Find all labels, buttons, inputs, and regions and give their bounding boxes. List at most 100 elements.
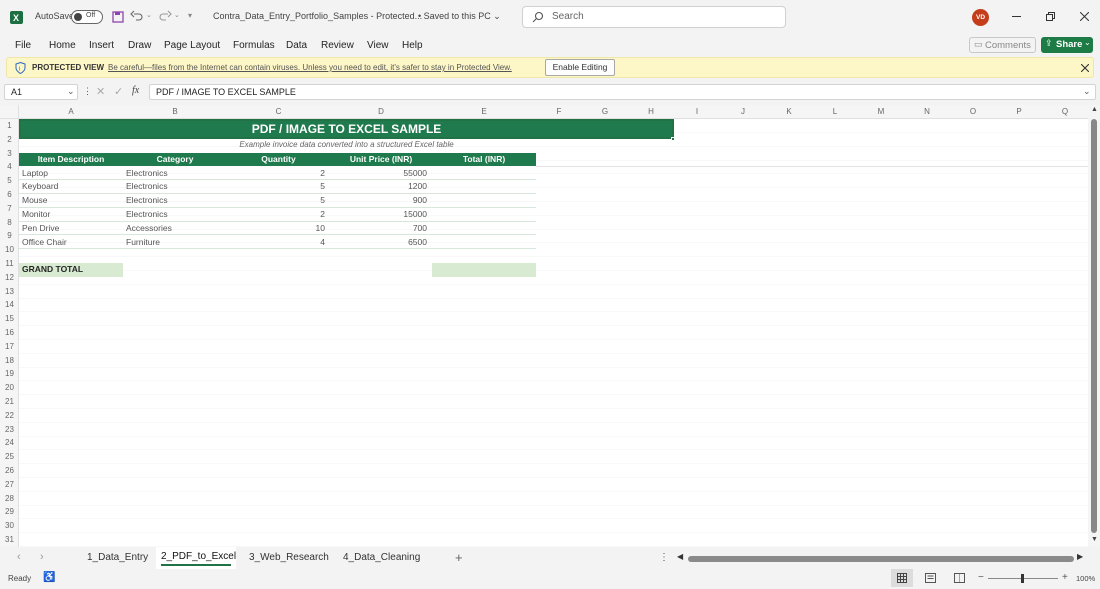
worksheet-grid[interactable]: A B C D E F G H I J K L M N O P Q 123456…: [0, 105, 1100, 547]
zoom-level[interactable]: 100%: [1076, 574, 1095, 583]
row-header[interactable]: 8: [0, 216, 19, 230]
next-sheet-icon[interactable]: ›: [40, 551, 44, 563]
row-header[interactable]: 22: [0, 409, 19, 423]
menu-review[interactable]: Review: [321, 40, 354, 51]
row-header[interactable]: 13: [0, 285, 19, 299]
table-cell[interactable]: 55000: [333, 167, 427, 180]
column-header-l[interactable]: L: [812, 105, 858, 119]
tab-1-data-entry[interactable]: 1_Data_Entry: [87, 552, 148, 563]
menu-file[interactable]: File: [15, 40, 31, 51]
table-cell[interactable]: 2: [230, 208, 325, 221]
insert-function-icon[interactable]: fx: [132, 85, 139, 96]
column-header-i[interactable]: I: [674, 105, 720, 119]
close-bar-icon[interactable]: [1080, 63, 1090, 75]
comments-button[interactable]: ▭ Comments: [969, 37, 1036, 53]
document-filename[interactable]: Contra_Data_Entry_Portfolio_Samples - Pr…: [213, 11, 422, 21]
scroll-left-icon[interactable]: ◀: [677, 552, 683, 561]
tab-4-data-cleaning[interactable]: 4_Data_Cleaning: [343, 552, 420, 563]
row-header[interactable]: 28: [0, 492, 19, 506]
sheet-subtitle[interactable]: Example invoice data converted into a st…: [19, 140, 674, 149]
table-cell[interactable]: Electronics: [126, 180, 222, 193]
menu-draw[interactable]: Draw: [128, 40, 151, 51]
table-cell[interactable]: 700: [333, 222, 427, 235]
cancel-icon[interactable]: ✕: [96, 85, 105, 98]
column-header-d[interactable]: D: [330, 105, 432, 119]
share-button[interactable]: ⇪ Share ⌄: [1041, 37, 1093, 53]
table-cell[interactable]: 1200: [333, 180, 427, 193]
row-header[interactable]: 21: [0, 395, 19, 409]
row-header[interactable]: 30: [0, 519, 19, 533]
search-box[interactable]: Search: [522, 6, 786, 28]
row-header[interactable]: 23: [0, 423, 19, 437]
row-header[interactable]: 15: [0, 312, 19, 326]
row-header[interactable]: 17: [0, 340, 19, 354]
table-cell[interactable]: 4: [230, 236, 325, 249]
column-header-e[interactable]: E: [432, 105, 536, 119]
column-header-g[interactable]: G: [582, 105, 628, 119]
header-category[interactable]: Category: [123, 153, 227, 166]
table-cell[interactable]: 5: [230, 194, 325, 207]
row-header[interactable]: 19: [0, 367, 19, 381]
enable-editing-button[interactable]: Enable Editing: [545, 59, 615, 76]
vertical-scroll-thumb[interactable]: [1091, 119, 1097, 533]
table-cell[interactable]: 6500: [333, 236, 427, 249]
undo-dropdown-icon[interactable]: ⌄: [146, 11, 152, 19]
column-header-o[interactable]: O: [950, 105, 996, 119]
undo-icon[interactable]: [130, 10, 144, 25]
row-header[interactable]: 11: [0, 257, 19, 271]
row-header[interactable]: 2: [0, 133, 19, 147]
horizontal-scrollbar[interactable]: [688, 556, 1074, 562]
scroll-up-icon[interactable]: ▲: [1091, 106, 1098, 113]
menu-data[interactable]: Data: [286, 40, 307, 51]
row-header[interactable]: 9: [0, 229, 19, 243]
row-header[interactable]: 10: [0, 243, 19, 257]
row-header[interactable]: 4: [0, 160, 19, 174]
grand-total-label-cell[interactable]: GRAND TOTAL: [19, 263, 123, 277]
accessibility-icon[interactable]: ♿: [43, 572, 55, 583]
header-quantity[interactable]: Quantity: [227, 153, 330, 166]
header-unit-price[interactable]: Unit Price (INR): [330, 153, 432, 166]
table-cell[interactable]: Office Chair: [22, 236, 118, 249]
menu-formulas[interactable]: Formulas: [233, 40, 275, 51]
row-header[interactable]: 18: [0, 354, 19, 368]
restore-icon[interactable]: [1046, 12, 1055, 24]
row-header[interactable]: 31: [0, 533, 19, 547]
table-cell[interactable]: Electronics: [126, 194, 222, 207]
column-header-h[interactable]: H: [628, 105, 674, 119]
row-header[interactable]: 1: [0, 119, 19, 133]
column-header-n[interactable]: N: [904, 105, 950, 119]
add-sheet-icon[interactable]: +: [455, 550, 463, 565]
column-header-k[interactable]: K: [766, 105, 812, 119]
table-cell[interactable]: Laptop: [22, 167, 118, 180]
chevron-down-icon[interactable]: ⌄: [67, 86, 75, 97]
minimize-icon[interactable]: [1012, 16, 1021, 17]
table-cell[interactable]: Mouse: [22, 194, 118, 207]
row-header[interactable]: 7: [0, 202, 19, 216]
protected-view-message[interactable]: Be careful—files from the Internet can c…: [108, 63, 512, 72]
table-cell[interactable]: Keyboard: [22, 180, 118, 193]
menu-help[interactable]: Help: [402, 40, 423, 51]
row-header[interactable]: 16: [0, 326, 19, 340]
formula-input[interactable]: PDF / IMAGE TO EXCEL SAMPLE ⌄: [149, 84, 1096, 100]
column-header-j[interactable]: J: [720, 105, 766, 119]
column-header-c[interactable]: C: [227, 105, 330, 119]
header-item-description[interactable]: Item Description: [19, 153, 123, 166]
scroll-right-icon[interactable]: ▶: [1077, 552, 1083, 561]
table-cell[interactable]: Monitor: [22, 208, 118, 221]
scroll-down-icon[interactable]: ▼: [1091, 536, 1098, 543]
menu-view[interactable]: View: [367, 40, 389, 51]
row-header[interactable]: 14: [0, 298, 19, 312]
prev-sheet-icon[interactable]: ‹: [17, 551, 21, 563]
table-cell[interactable]: Pen Drive: [22, 222, 118, 235]
zoom-slider-thumb[interactable]: [1021, 574, 1024, 583]
table-cell[interactable]: 15000: [333, 208, 427, 221]
zoom-out-icon[interactable]: −: [978, 572, 984, 583]
menu-insert[interactable]: Insert: [89, 40, 114, 51]
close-window-icon[interactable]: [1079, 11, 1090, 24]
column-header-f[interactable]: F: [536, 105, 582, 119]
row-header[interactable]: 24: [0, 436, 19, 450]
menu-home[interactable]: Home: [49, 40, 76, 51]
row-header[interactable]: 6: [0, 188, 19, 202]
expand-formula-icon[interactable]: ⌄: [1083, 86, 1091, 97]
vertical-scrollbar[interactable]: ▲ ▼: [1088, 105, 1100, 547]
